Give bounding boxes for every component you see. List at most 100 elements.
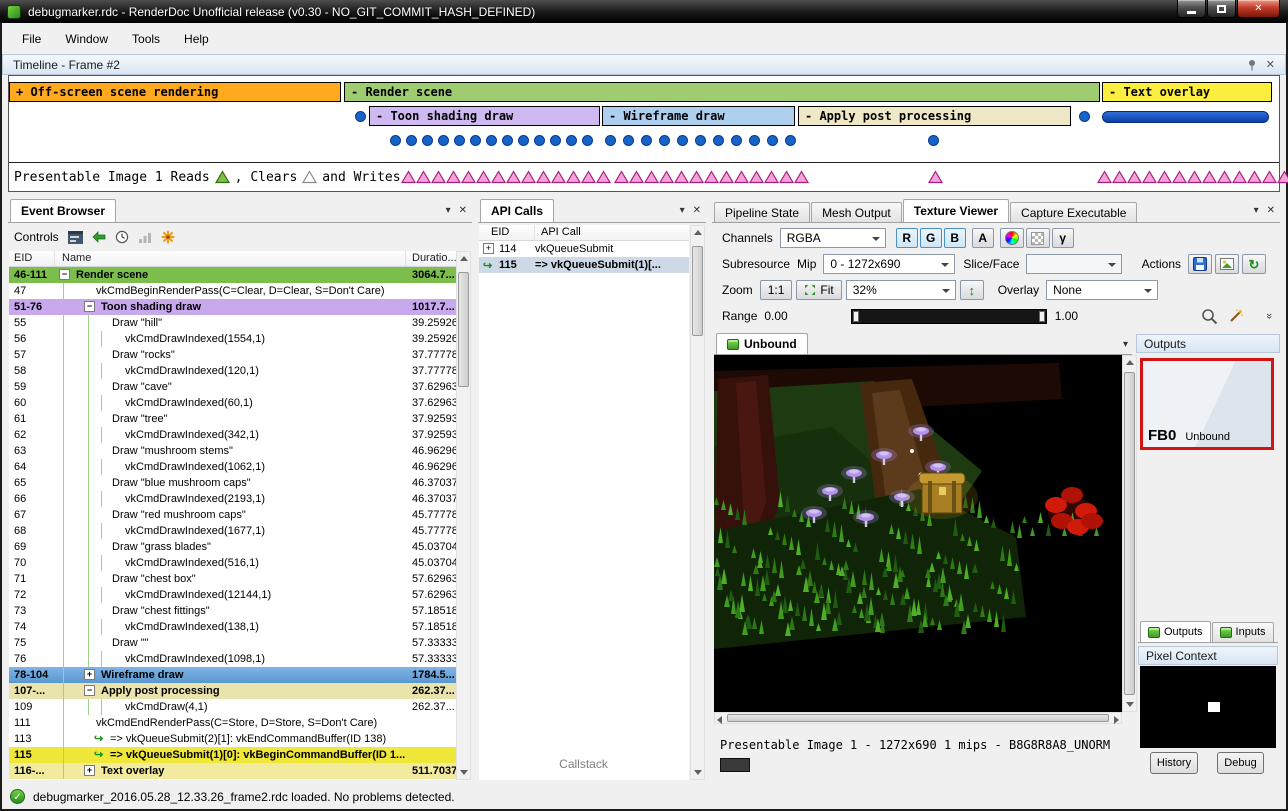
dock-close-icon[interactable]: ✕ bbox=[459, 205, 467, 216]
write-triangle-icon[interactable] bbox=[401, 170, 416, 184]
timeline-draw-dot[interactable] bbox=[785, 135, 796, 146]
channel-r-button[interactable]: R bbox=[896, 228, 918, 248]
write-triangle-icon[interactable] bbox=[1217, 170, 1232, 184]
scroll-up-icon[interactable] bbox=[1126, 360, 1134, 365]
event-row[interactable]: 74vkCmdDrawIndexed(138,1)57.18518 bbox=[9, 619, 456, 635]
event-row[interactable]: 66vkCmdDrawIndexed(2193,1)46.37037 bbox=[9, 491, 456, 507]
write-triangle-icon[interactable] bbox=[1142, 170, 1157, 184]
write-triangle-icon[interactable] bbox=[749, 170, 764, 184]
column-api-call[interactable]: API Call bbox=[535, 225, 689, 240]
event-row[interactable]: 76vkCmdDrawIndexed(1098,1)57.33333 bbox=[9, 651, 456, 667]
refresh-button[interactable]: ↻ bbox=[1242, 254, 1266, 274]
scrollbar-thumb[interactable] bbox=[727, 714, 1109, 722]
event-row[interactable]: 70vkCmdDrawIndexed(516,1)45.03704 bbox=[9, 555, 456, 571]
custom-shader-button[interactable] bbox=[1000, 228, 1024, 248]
timeline-draw-dot[interactable] bbox=[438, 135, 449, 146]
write-triangle-icon[interactable] bbox=[644, 170, 659, 184]
write-triangle-icon[interactable] bbox=[1187, 170, 1202, 184]
column-duration[interactable]: Duratio... bbox=[406, 251, 456, 266]
scroll-up-icon[interactable] bbox=[460, 256, 468, 261]
event-row[interactable]: 107-...−Apply post processing262.37... bbox=[9, 683, 456, 699]
scrollbar-thumb[interactable] bbox=[1124, 372, 1135, 695]
tab-event-browser[interactable]: Event Browser bbox=[10, 199, 116, 222]
event-row[interactable]: 62vkCmdDrawIndexed(342,1)37.92593 bbox=[9, 427, 456, 443]
dock-menu-icon[interactable]: ▾ bbox=[1254, 205, 1259, 216]
write-triangle-icon[interactable] bbox=[416, 170, 431, 184]
scroll-left-icon[interactable] bbox=[717, 716, 722, 724]
timeline-draw-dot[interactable] bbox=[623, 135, 634, 146]
timeline-draw-dot[interactable] bbox=[406, 135, 417, 146]
timeline-draw-dot[interactable] bbox=[454, 135, 465, 146]
write-triangle-icon[interactable] bbox=[476, 170, 491, 184]
timeline-marker-bar[interactable]: - Render scene bbox=[344, 82, 1100, 102]
dock-menu-icon[interactable]: ▾ bbox=[446, 205, 451, 216]
event-row[interactable]: 60vkCmdDrawIndexed(60,1)37.62963 bbox=[9, 395, 456, 411]
write-triangle-icon[interactable] bbox=[928, 170, 943, 184]
overlay-select[interactable]: None bbox=[1046, 280, 1158, 300]
tab-capture-executable[interactable]: Capture Executable bbox=[1010, 202, 1137, 222]
timeline-draw-dot[interactable] bbox=[695, 135, 706, 146]
jump-to-eid-icon[interactable] bbox=[92, 230, 106, 244]
history-button[interactable]: History bbox=[1150, 752, 1198, 774]
write-triangle-icon[interactable] bbox=[659, 170, 674, 184]
timeline-draw-dot[interactable] bbox=[566, 135, 577, 146]
write-triangle-icon[interactable] bbox=[491, 170, 506, 184]
timeline-draw-dot[interactable] bbox=[355, 111, 366, 122]
event-row[interactable]: 56vkCmdDrawIndexed(1554,1)39.25926 bbox=[9, 331, 456, 347]
write-triangle-icon[interactable] bbox=[566, 170, 581, 184]
zoom-range-magnifier-icon[interactable] bbox=[1201, 308, 1218, 325]
write-triangle-icon[interactable] bbox=[1277, 170, 1288, 184]
save-texture-button[interactable] bbox=[1188, 254, 1212, 274]
timeline-draw-pill[interactable] bbox=[1102, 111, 1269, 123]
timeline-draw-dot[interactable] bbox=[502, 135, 513, 146]
write-triangle-icon[interactable] bbox=[551, 170, 566, 184]
timeline-marker-bar[interactable]: - Wireframe draw bbox=[602, 106, 795, 126]
write-triangle-icon[interactable] bbox=[506, 170, 521, 184]
event-row[interactable]: 59Draw "cave"37.62963 bbox=[9, 379, 456, 395]
write-triangle-icon[interactable] bbox=[779, 170, 794, 184]
scrollbar-thumb[interactable] bbox=[458, 272, 469, 387]
timeline-close-icon[interactable]: ✕ bbox=[1266, 58, 1275, 71]
statistics-icon[interactable] bbox=[138, 230, 152, 244]
tree-expander[interactable]: − bbox=[84, 301, 95, 312]
range-max-value[interactable]: 1.00 bbox=[1055, 309, 1078, 323]
timeline-marker-bar[interactable]: - Toon shading draw bbox=[369, 106, 600, 126]
scroll-up-icon[interactable] bbox=[694, 230, 702, 235]
tree-expander[interactable]: + bbox=[84, 765, 95, 776]
menu-file[interactable]: File bbox=[12, 28, 51, 50]
event-row[interactable]: 71Draw "chest box"57.62963 bbox=[9, 571, 456, 587]
tab-api-calls[interactable]: API Calls bbox=[480, 199, 554, 222]
range-black-point-handle[interactable] bbox=[853, 311, 859, 322]
callstack-label[interactable]: Callstack bbox=[478, 757, 689, 771]
scroll-down-icon[interactable] bbox=[1126, 702, 1134, 707]
event-row[interactable]: 64vkCmdDrawIndexed(1062,1)46.96296 bbox=[9, 459, 456, 475]
timeline-draw-dot[interactable] bbox=[641, 135, 652, 146]
texture-tab-dropdown-icon[interactable]: ▾ bbox=[1123, 339, 1128, 350]
maximize-button[interactable] bbox=[1207, 0, 1236, 18]
write-triangle-icon[interactable] bbox=[431, 170, 446, 184]
dock-close-icon[interactable]: ✕ bbox=[693, 205, 701, 216]
titlebar[interactable]: debugmarker.rdc - RenderDoc Unofficial r… bbox=[0, 0, 1288, 23]
event-row[interactable]: 69Draw "grass blades"45.03704 bbox=[9, 539, 456, 555]
event-row[interactable]: 78-104+Wireframe draw1784.5... bbox=[9, 667, 456, 683]
timeline-marker-bar[interactable]: - Text overlay bbox=[1102, 82, 1272, 102]
pixel-context-header[interactable]: Pixel Context bbox=[1138, 646, 1278, 665]
write-triangle-icon[interactable] bbox=[614, 170, 629, 184]
write-triangle-icon[interactable] bbox=[1232, 170, 1247, 184]
event-row[interactable]: 115↪=> vkQueueSubmit(1)[0]: vkBeginComma… bbox=[9, 747, 456, 763]
write-triangle-icon[interactable] bbox=[674, 170, 689, 184]
timeline-draw-dot[interactable] bbox=[534, 135, 545, 146]
timeline-marker-bar[interactable]: - Apply post processing bbox=[798, 106, 1071, 126]
scroll-right-icon[interactable] bbox=[1114, 716, 1119, 724]
minimize-button[interactable] bbox=[1177, 0, 1206, 18]
range-white-point-handle[interactable] bbox=[1039, 311, 1045, 322]
write-triangle-icon[interactable] bbox=[1097, 170, 1112, 184]
alpha-background-button[interactable] bbox=[1026, 228, 1050, 248]
gamma-button[interactable]: γ bbox=[1052, 228, 1074, 248]
write-triangle-icon[interactable] bbox=[536, 170, 551, 184]
zoom-level-combo[interactable]: 32% bbox=[846, 280, 956, 300]
pixel-context-display[interactable] bbox=[1140, 666, 1276, 748]
mip-select[interactable]: 0 - 1272x690 bbox=[823, 254, 955, 274]
fb0-thumbnail[interactable]: FB0 Unbound bbox=[1140, 358, 1274, 450]
tab-inputs[interactable]: Inputs bbox=[1212, 622, 1274, 642]
